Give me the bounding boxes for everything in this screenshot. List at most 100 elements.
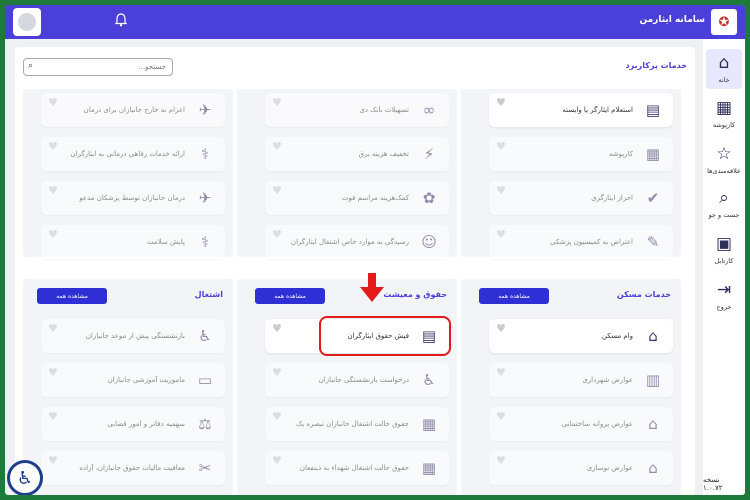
briefcase-icon: ▣ [715, 234, 733, 254]
search-icon: ⌕ [719, 188, 729, 208]
verify-icon: ✔ [646, 189, 660, 207]
heart-icon[interactable]: ♥ [48, 184, 58, 197]
service-card[interactable]: ☺ رسیدگی به موارد خاص اشتغال ایثارگران ♥ [265, 225, 449, 259]
search-input[interactable] [46, 61, 166, 73]
emblem-icon[interactable]: ✪ [711, 9, 737, 35]
search-icon[interactable]: ⌕ [28, 61, 33, 71]
heart-icon[interactable]: ♥ [48, 410, 58, 423]
heart-icon[interactable]: ♥ [272, 454, 282, 467]
folder-user-icon: ▦ [715, 98, 733, 118]
panel-title: اشتغال [194, 290, 223, 299]
sidebar-item-workfolder[interactable]: ▦ کارپوشه [706, 97, 742, 129]
heart-icon[interactable]: ♥ [272, 322, 282, 335]
service-card[interactable]: ⚕ ارائه خدمات رفاهی درمانی به ایثارگران ♥ [41, 137, 225, 171]
heart-icon[interactable]: ♥ [496, 454, 506, 467]
service-card[interactable]: ✈ اعزام به خارج جانبازان برای درمان ♥ [41, 93, 225, 127]
service-card-label: احراز ایثارگری [591, 193, 633, 202]
heart-icon[interactable]: ♥ [496, 366, 506, 379]
service-card[interactable]: ⌂ عوارض پروانه ساختمانی ♥ [489, 407, 673, 441]
sidebar-item-label: کارپوشه [712, 121, 736, 129]
service-card[interactable]: ✎ اعتراض به کمیسیون پزشکی ♥ [489, 225, 673, 259]
heart-icon[interactable]: ♥ [496, 228, 506, 241]
service-card-label: ارائه خدمات رفاهی درمانی به ایثارگران [70, 149, 185, 158]
frequent-services-col-mid: ∞ تسهیلات بانک دی ♥ ⚡ تخفیف هزینه برق ♥ ✿ کمک‌ه… [237, 89, 457, 259]
avatar[interactable] [13, 8, 41, 36]
service-card[interactable]: ▦ کارپوشه ♥ [489, 137, 673, 171]
service-card[interactable]: ✈ درمان جانبازان توسط پزشکان مدعو ♥ [41, 181, 225, 215]
sidebar-item-label: خانه [718, 76, 730, 84]
accessibility-icon[interactable]: ♿ [7, 460, 43, 495]
service-card[interactable]: ♿ درخواست بازنشستگی جانبازان ♥ [265, 363, 449, 397]
section-title: خدمات پرکاربرد [625, 61, 688, 70]
sidebar-item-favorites[interactable]: ☆ علاقه‌مندی‌ها [706, 143, 742, 175]
service-card[interactable]: ▦ حقوق حالت اشتغال جانبازان تبصره یک ♥ [265, 407, 449, 441]
sidebar-item-home[interactable]: ⌂ خانه [706, 49, 742, 89]
sidebar: ⌂ خانه ▦ کارپوشه ☆ علاقه‌مندی‌ها ⌕ جست و… [703, 39, 745, 495]
service-card-label: عوارض پروانه ساختمانی [561, 419, 633, 428]
view-all-button[interactable]: مشاهده همه [37, 288, 107, 304]
heart-icon[interactable]: ♥ [48, 140, 58, 153]
logout-icon: ⇥ [716, 280, 732, 300]
municipality-icon: ▥ [645, 371, 661, 389]
view-all-button[interactable]: مشاهده همه [255, 288, 325, 304]
heart-icon[interactable]: ♥ [272, 410, 282, 423]
service-card-label: استعلام ایثارگر یا وابسته [562, 105, 633, 114]
heart-icon[interactable]: ♥ [272, 96, 282, 109]
panel-title: حقوق و معیشت [383, 290, 447, 299]
health-check-icon: ⚕ [200, 233, 210, 251]
service-card[interactable]: ▭ ماموریت آموزشی جانبازان ♥ [41, 363, 225, 397]
service-card-label: ماموریت آموزشی جانبازان [107, 375, 185, 384]
heart-icon[interactable]: ♥ [496, 96, 506, 109]
sidebar-item-cartable[interactable]: ▣ کارتابل [706, 233, 742, 265]
heart-icon[interactable]: ♥ [496, 140, 506, 153]
heart-icon[interactable]: ♥ [48, 322, 58, 335]
bell-icon[interactable] [113, 13, 128, 29]
version-label: نسخه ۱.۰.۷۲ [703, 476, 723, 492]
service-card-label: رسیدگی به موارد خاص اشتغال ایثارگران [290, 237, 409, 246]
sidebar-item-logout[interactable]: ⇥ خروج [706, 279, 742, 311]
heart-icon[interactable]: ♥ [272, 366, 282, 379]
service-card[interactable]: ⚡ تخفیف هزینه برق ♥ [265, 137, 449, 171]
plane-doctor-icon: ✈ [198, 189, 212, 207]
heart-icon[interactable]: ♥ [272, 184, 282, 197]
heart-icon[interactable]: ♥ [272, 228, 282, 241]
service-card[interactable]: ▥ عوارض شهرداری ♥ [489, 363, 673, 397]
service-card[interactable]: ⌂ وام مسکن ♥ [489, 319, 673, 353]
electricity-icon: ⚡ [423, 145, 435, 163]
heart-icon[interactable]: ♥ [496, 322, 506, 335]
housing-panel: خدمات مسکن مشاهده همه ⌂ وام مسکن ♥ ▥ عوارض شهر… [461, 279, 681, 495]
bank-loan-icon: ∞ [422, 101, 436, 119]
search-box: ⌕ [23, 58, 173, 76]
service-card[interactable]: ▦ حقوق حالت اشتغال شهداء به ذینفعان ♥ [265, 451, 449, 485]
rocking-chair-icon: ♿ [422, 371, 436, 389]
service-card[interactable]: ⌂ عوارض نوسازی ♥ [489, 451, 673, 485]
service-card-label: اعزام به خارج جانبازان برای درمان [83, 105, 185, 114]
heart-icon[interactable]: ♥ [48, 96, 58, 109]
sidebar-item-label: کارتابل [714, 257, 734, 265]
service-card[interactable]: ∞ تسهیلات بانک دی ♥ [265, 93, 449, 127]
service-card-label: وام مسکن [601, 331, 633, 340]
service-card[interactable]: ✔ احراز ایثارگری ♥ [489, 181, 673, 215]
heart-icon[interactable]: ♥ [496, 184, 506, 197]
service-card[interactable]: ⚕ پایش سلامت ♥ [41, 225, 225, 259]
highlight-box [319, 316, 451, 356]
heart-icon[interactable]: ♥ [48, 454, 58, 467]
teaching-icon: ▭ [197, 371, 213, 389]
sidebar-item-label: علاقه‌مندی‌ها [707, 167, 741, 175]
service-card[interactable]: ✿ کمک‌هزینه مراسم فوت ♥ [265, 181, 449, 215]
star-icon: ☆ [716, 144, 732, 164]
main-content: خدمات پرکاربرد ⌕ ▤ استعلام ایثارگر یا واب… [15, 47, 695, 495]
sidebar-item-label: جست و جو [708, 211, 740, 219]
heart-icon[interactable]: ♥ [48, 228, 58, 241]
service-card-label: کارپوشه [608, 149, 633, 158]
funeral-icon: ✿ [422, 189, 436, 207]
service-card[interactable]: ♿ بازنشستگی پیش از موعد جانبازان ♥ [41, 319, 225, 353]
heart-icon[interactable]: ♥ [272, 140, 282, 153]
view-all-button[interactable]: مشاهده همه [479, 288, 549, 304]
sidebar-item-search[interactable]: ⌕ جست و جو [706, 187, 742, 219]
service-card[interactable]: ⚖ سهمیه دفاتر و امور قضایی ♥ [41, 407, 225, 441]
service-card[interactable]: ✂ معافیت مالیات حقوق جانبازان، آزاده ♥ [41, 451, 225, 485]
heart-icon[interactable]: ♥ [48, 366, 58, 379]
service-card[interactable]: ▤ استعلام ایثارگر یا وابسته ♥ [489, 93, 673, 127]
heart-icon[interactable]: ♥ [496, 410, 506, 423]
